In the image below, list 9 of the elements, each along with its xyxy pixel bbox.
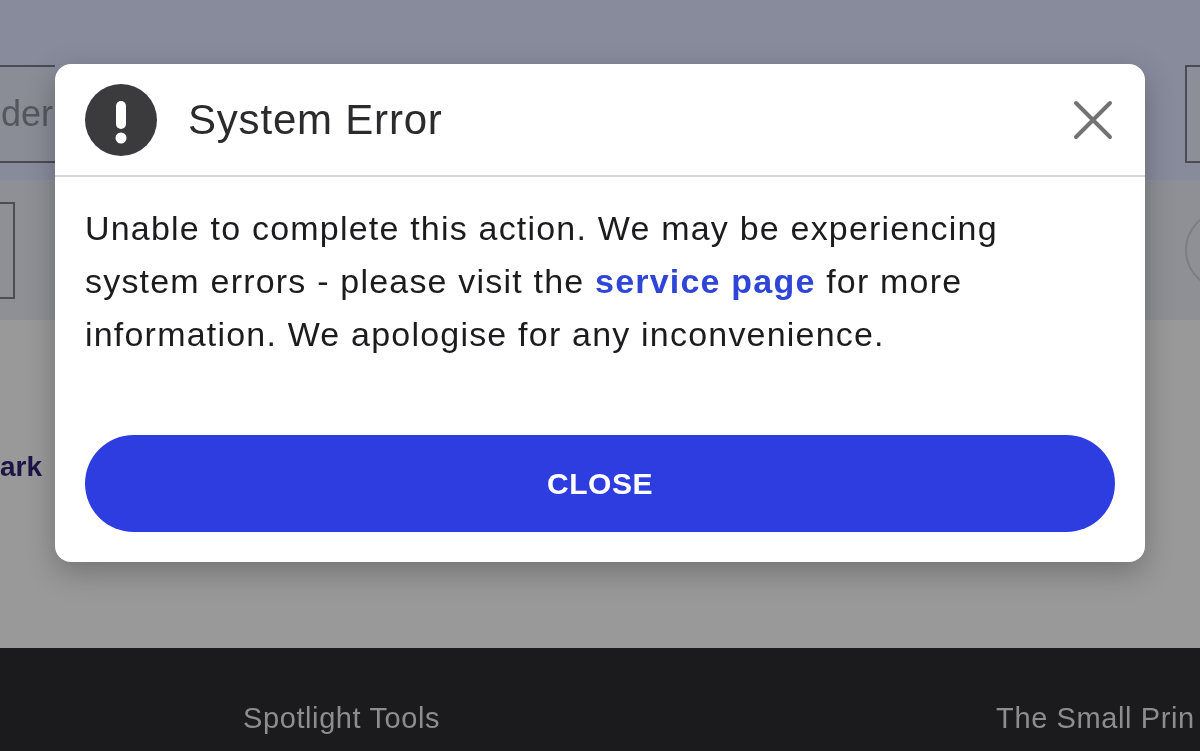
close-icon[interactable] <box>1073 99 1113 140</box>
service-page-link[interactable]: service page <box>595 262 816 300</box>
footer-link[interactable]: The Small Prin <box>996 701 1195 735</box>
error-icon <box>85 83 157 156</box>
dialog-title: System Error <box>188 94 443 145</box>
close-button[interactable]: CLOSE <box>85 435 1115 532</box>
footer-link[interactable]: Spotlight Tools <box>243 701 441 735</box>
link-text[interactable]: ark <box>0 450 43 484</box>
error-message: Unable to complete this action. We may be experiencing system errors - please visit the service page for more information. We apologise for any inconvenience. <box>85 208 999 355</box>
